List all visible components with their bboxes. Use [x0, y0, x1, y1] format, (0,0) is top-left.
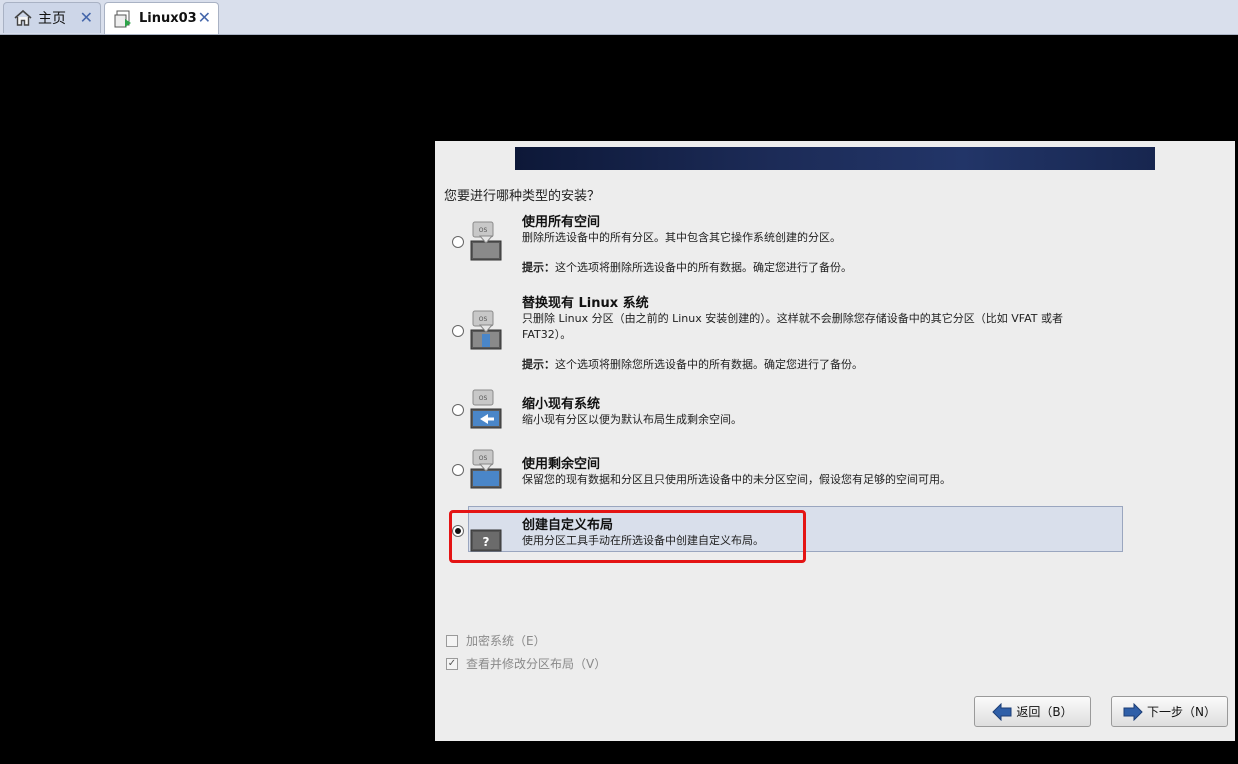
svg-text:OS: OS: [479, 395, 488, 402]
option-shrink-existing[interactable]: OS 缩小现有系统 缩小现有分区以便为默认布局生成剩余空间。: [448, 389, 1128, 438]
option-description: 保留您的现有数据和分区且只使用所选设备中的未分区空间，假设您有足够的空间可用。: [522, 473, 951, 486]
installer-window: 您要进行哪种类型的安装？ OS 使用所有空间 删除所选设备中的所有分区。其中包含…: [435, 141, 1235, 741]
vm-icon: [113, 8, 135, 30]
svg-text:OS: OS: [479, 227, 488, 234]
encrypt-system-label: 加密系统（E）: [466, 634, 546, 648]
option-use-free-space[interactable]: OS 使用剩余空间 保留您的现有数据和分区且只使用所选设备中的未分区空间，假设您…: [448, 449, 1128, 498]
option-replace-linux[interactable]: OS 替换现有 Linux 系统 只删除 Linux 分区（由之前的 Linux…: [448, 292, 1128, 372]
radio-use-free-space[interactable]: [452, 464, 464, 476]
option-title: 使用剩余空间: [522, 457, 601, 472]
home-icon: [12, 7, 34, 29]
svg-text:OS: OS: [479, 455, 488, 462]
next-button[interactable]: 下一步（N）: [1111, 696, 1228, 727]
option-hint: 提示：这个选项将删除您所选设备中的所有数据。确定您进行了备份。: [522, 358, 863, 371]
option-description: 缩小现有分区以便为默认布局生成剩余空间。: [522, 413, 742, 426]
review-layout-checkbox[interactable]: ✓ 查看并修改分区布局（V）: [446, 655, 606, 672]
review-layout-label: 查看并修改分区布局（V）: [466, 657, 607, 671]
svg-text:OS: OS: [479, 316, 488, 323]
install-type-question: 您要进行哪种类型的安装？: [444, 189, 601, 204]
tab-home[interactable]: 主页 ✕: [3, 2, 101, 33]
tab-linux03[interactable]: Linux03 ✕: [104, 2, 219, 34]
red-highlight-annotation: [449, 510, 806, 563]
next-button-label: 下一步（N）: [1147, 705, 1216, 719]
radio-use-all-space[interactable]: [452, 236, 464, 248]
checkbox-box[interactable]: [446, 634, 458, 647]
tab-bar: 主页 ✕ Linux03 ✕: [0, 0, 1238, 35]
option-title: 缩小现有系统: [522, 397, 601, 412]
arrow-right-icon: [1123, 702, 1143, 721]
tab-home-label: 主页: [38, 11, 66, 27]
back-button-label: 返回（B）: [1016, 705, 1073, 719]
option-hint: 提示：这个选项将删除所选设备中的所有数据。确定您进行了备份。: [522, 261, 852, 274]
close-icon[interactable]: ✕: [80, 8, 93, 27]
radio-shrink-existing[interactable]: [452, 404, 464, 416]
option-title: 使用所有空间: [522, 215, 601, 230]
arrow-left-icon: [992, 702, 1012, 721]
option-description: 删除所选设备中的所有分区。其中包含其它操作系统创建的分区。: [522, 231, 841, 244]
back-button[interactable]: 返回（B）: [974, 696, 1091, 727]
encrypt-system-checkbox[interactable]: 加密系统（E）: [446, 632, 546, 649]
drive-shrink-icon: OS: [470, 389, 502, 429]
close-icon[interactable]: ✕: [198, 8, 211, 27]
checkbox-box-checked[interactable]: ✓: [446, 657, 458, 670]
tab-linux03-label: Linux03: [139, 11, 197, 26]
option-title: 替换现有 Linux 系统: [522, 296, 649, 311]
option-use-all-space[interactable]: OS 使用所有空间 删除所选设备中的所有分区。其中包含其它操作系统创建的分区。 …: [448, 211, 1128, 281]
drive-free-space-icon: OS: [470, 449, 502, 489]
option-description: 只删除 Linux 分区（由之前的 Linux 安装创建的）。这样就不会删除您存…: [522, 312, 1063, 341]
drive-wipe-icon: OS: [470, 221, 502, 261]
installer-banner: [515, 147, 1155, 170]
drive-replace-icon: OS: [470, 310, 502, 350]
radio-replace-linux[interactable]: [452, 325, 464, 337]
